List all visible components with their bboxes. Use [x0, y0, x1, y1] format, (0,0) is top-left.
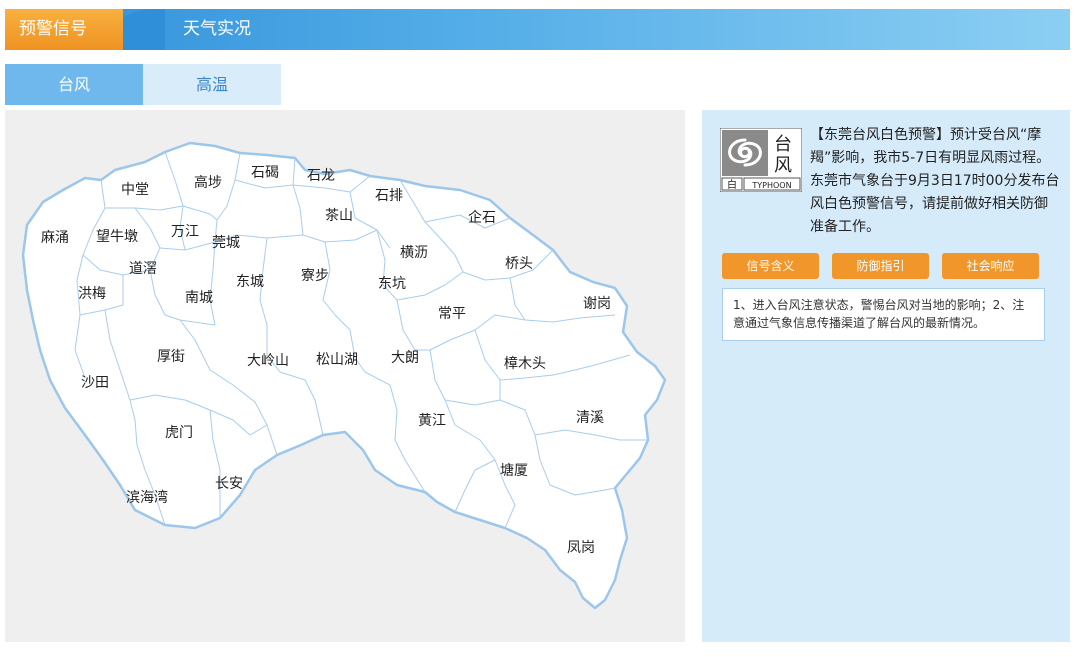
town-label: 南城 [185, 290, 213, 306]
icon-char-top: 台 [774, 134, 792, 155]
town-label: 石排 [375, 188, 403, 204]
town-label: 东坑 [378, 276, 406, 292]
town-label: 道滘 [129, 261, 157, 277]
town-label: 麻涌 [41, 230, 69, 246]
defense-guide-button[interactable]: 防御指引 [832, 253, 929, 279]
typhoon-icon: 台 风 白 TYPHOON [720, 128, 802, 192]
town-label: 塘厦 [500, 463, 528, 479]
town-label: 滨海湾 [126, 489, 168, 506]
town-label: 桥头 [505, 256, 533, 272]
signal-meaning-button[interactable]: 信号含义 [722, 253, 819, 279]
social-response-button[interactable]: 社会响应 [942, 253, 1039, 279]
town-label: 清溪 [576, 410, 604, 426]
subtab-typhoon[interactable]: 台风 [5, 64, 143, 105]
town-label: 虎门 [165, 425, 193, 441]
town-label: 洪梅 [78, 286, 106, 302]
town-label: 长安 [215, 476, 243, 492]
warning-info-panel: 台 风 白 TYPHOON 【东莞台风白色预警】预计受台风“摩羯”影响，我市5-… [702, 110, 1070, 642]
subtab-high-temperature[interactable]: 高温 [143, 64, 281, 105]
warning-text: 【东莞台风白色预警】预计受台风“摩羯”影响，我市5-7日有明显风雨过程。东莞市气… [810, 127, 1060, 235]
town-label: 万江 [171, 224, 199, 240]
town-label: 高埗 [194, 174, 222, 191]
dongguan-map: 中堂 高埗 石碣 石龙 石排 企石 茶山 麻涌 望牛墩 万江 莞城 横沥 道滘 … [21, 141, 667, 610]
town-label: 大岭山 [247, 353, 289, 369]
town-label: 谢岗 [583, 296, 611, 312]
icon-char-bottom: 风 [774, 155, 792, 176]
tab-weather-live[interactable]: 天气实况 [183, 9, 251, 50]
town-label: 莞城 [212, 235, 240, 251]
icon-en-label: TYPHOON [751, 181, 791, 190]
icon-level-char: 白 [727, 178, 737, 191]
tab-warning-signal[interactable]: 预警信号 [5, 9, 123, 50]
town-label: 寮步 [301, 267, 329, 284]
town-label: 横沥 [400, 245, 428, 261]
town-label: 黄江 [418, 412, 446, 429]
town-label: 常平 [438, 306, 466, 322]
town-label: 松山湖 [316, 352, 358, 368]
town-label: 樟木头 [504, 355, 546, 372]
town-label: 企石 [468, 209, 496, 226]
town-label: 中堂 [121, 182, 149, 198]
town-label: 茶山 [325, 208, 353, 224]
town-label: 厚街 [157, 349, 185, 365]
warning-description: 1、进入台风注意状态，警惕台风对当地的影响；2、注意通过气象信息传播渠道了解台风… [722, 288, 1045, 341]
town-label: 沙田 [81, 375, 109, 391]
town-label: 大朗 [391, 350, 419, 366]
town-label: 石碣 [251, 165, 279, 181]
map-panel: 中堂 高埗 石碣 石龙 石排 企石 茶山 麻涌 望牛墩 万江 莞城 横沥 道滘 … [5, 110, 685, 642]
town-label: 凤岗 [567, 540, 595, 556]
town-label: 石龙 [307, 168, 335, 184]
town-label: 望牛墩 [96, 229, 138, 245]
top-nav-bar: 预警信号 天气实况 [5, 9, 1070, 50]
town-label: 东城 [236, 274, 264, 290]
